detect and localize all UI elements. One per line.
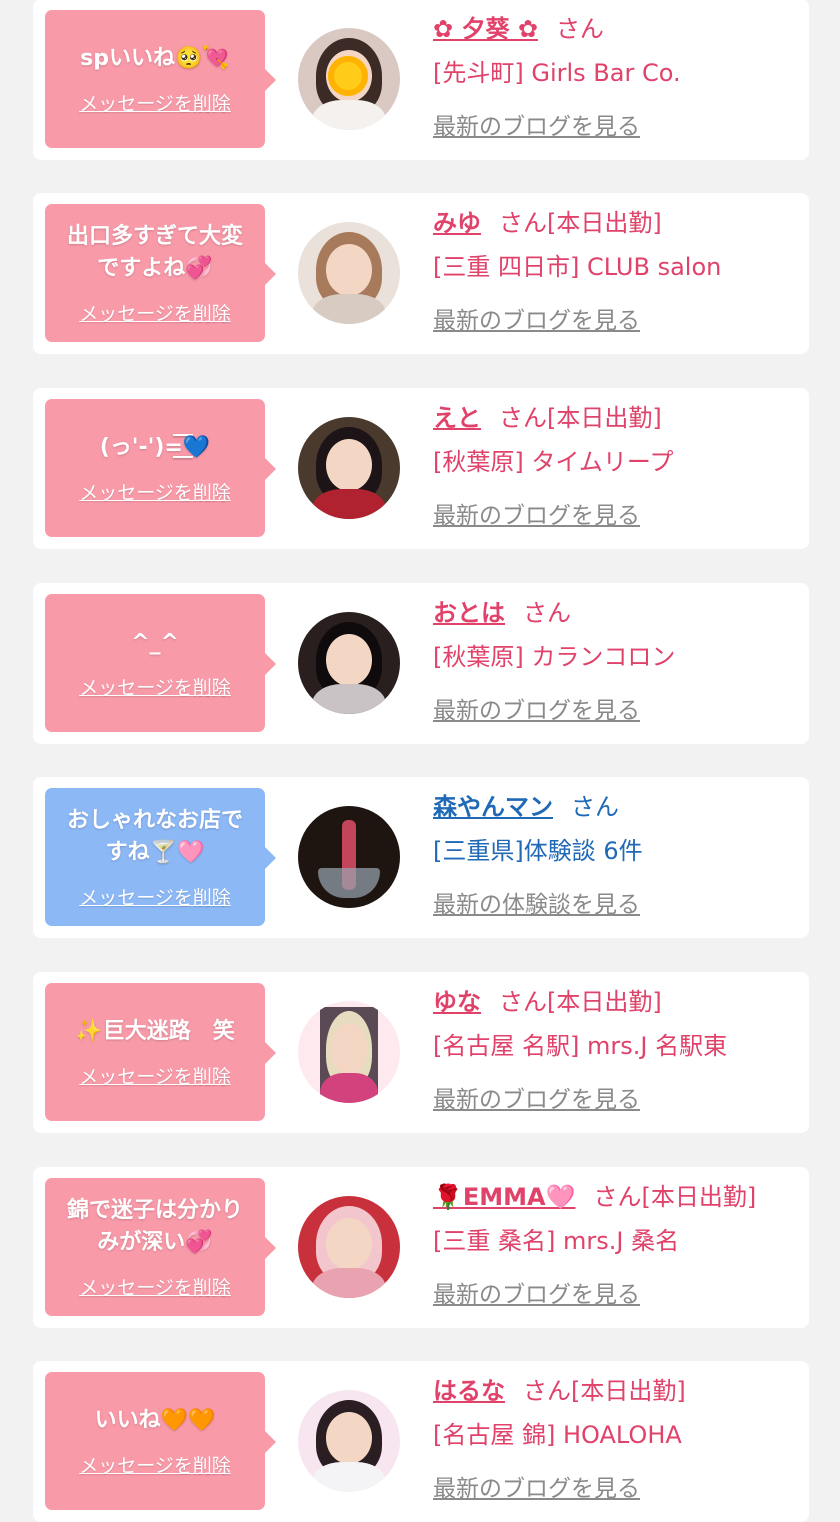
user-name-link[interactable]: はるな [433,1377,505,1405]
message-bubble: (っ'-')=͟͟͞͞💙 メッセージを削除 [45,399,276,537]
user-name-link[interactable]: 🌹EMMA🩷 [433,1183,576,1211]
message-card: 錦で迷子は分かりみが深い💞 メッセージを削除 🌹EMMA🩷 さん[本日出勤] [三… [33,1167,809,1328]
user-info: みゆ さん[本日出勤] [三重 四日市] CLUB salon 最新のブログを見る [433,207,799,337]
user-name-link[interactable]: ✿ 夕葵 ✿ [433,15,538,43]
user-info: 🌹EMMA🩷 さん[本日出勤] [三重 桑名] mrs.J 桑名 最新のブログを見… [433,1181,799,1311]
sunflower-sticker-icon [328,56,368,96]
delete-message-link[interactable]: メッセージを削除 [79,1451,231,1478]
latest-blog-link[interactable]: 最新のブログを見る [433,1473,799,1505]
user-info: はるな さん[本日出勤] [名古屋 錦] HOALOHA 最新のブログを見る [433,1375,799,1505]
shop-name: [先斗町] Girls Bar Co. [433,59,681,87]
message-card: spいいね🥺💘 メッセージを削除 ✿ 夕葵 ✿ さん [先斗町] Girls Ba… [33,0,809,160]
message-bubble: ✨巨大迷路 笑 メッセージを削除 [45,983,276,1121]
status-text: [本日出勤] [547,209,662,237]
message-text: 錦で迷子は分かりみが深い💞 [66,1197,243,1255]
avatar[interactable] [298,417,400,519]
message-card: おしゃれなお店ですね🍸🩷 メッセージを削除 森やんマン さん [三重県]体験談 6… [33,777,809,938]
message-card: 出口多すぎて大変ですよね💞 メッセージを削除 みゆ さん[本日出勤] [三重 四日… [33,193,809,354]
delete-message-link[interactable]: メッセージを削除 [79,673,231,700]
latest-blog-link[interactable]: 最新のブログを見る [433,1279,799,1311]
message-bubble: いいね🧡🧡 メッセージを削除 [45,1372,276,1510]
delete-message-link[interactable]: メッセージを削除 [79,1273,231,1300]
message-bubble: 出口多すぎて大変ですよね💞 メッセージを削除 [45,204,276,342]
review-count: [三重県]体験談 6件 [433,837,643,865]
shop-name: [三重 四日市] CLUB salon [433,253,722,281]
message-card: (っ'-')=͟͟͞͞💙 メッセージを削除 えと さん[本日出勤] [秋葉原] タ… [33,388,809,549]
message-bubble: spいいね🥺💘 メッセージを削除 [45,10,276,148]
honorific: さん [571,793,619,821]
message-text: おしゃれなお店ですね🍸🩷 [66,807,243,865]
delete-message-link[interactable]: メッセージを削除 [79,299,231,326]
message-text: 出口多すぎて大変ですよね💞 [66,223,243,281]
message-text: いいね🧡🧡 [94,1407,216,1433]
user-name-link[interactable]: 森やんマン [433,793,553,821]
avatar[interactable] [298,28,400,130]
latest-review-link[interactable]: 最新の体験談を見る [433,889,799,921]
avatar[interactable] [298,222,400,324]
message-text: spいいね🥺💘 [80,45,230,71]
user-name-link[interactable]: みゆ [433,209,481,237]
honorific: さん [499,404,547,432]
honorific: さん [523,599,571,627]
avatar[interactable] [298,1390,400,1492]
delete-message-link[interactable]: メッセージを削除 [79,89,231,116]
user-info: ✿ 夕葵 ✿ さん [先斗町] Girls Bar Co. 最新のブログを見る [433,13,799,143]
shop-name: [名古屋 名駅] mrs.J 名駅東 [433,1032,728,1060]
honorific: さん [499,988,547,1016]
latest-blog-link[interactable]: 最新のブログを見る [433,1084,799,1116]
message-text: (っ'-')=͟͟͞͞💙 [99,434,211,460]
message-bubble: ^_^ メッセージを削除 [45,594,276,732]
user-info: ゆな さん[本日出勤] [名古屋 名駅] mrs.J 名駅東 最新のブログを見る [433,986,799,1116]
honorific: さん [499,209,547,237]
latest-blog-link[interactable]: 最新のブログを見る [433,111,799,143]
delete-message-link[interactable]: メッセージを削除 [79,883,231,910]
avatar[interactable] [298,1196,400,1298]
shop-name: [名古屋 錦] HOALOHA [433,1421,682,1449]
status-text: [本日出勤] [547,988,662,1016]
latest-blog-link[interactable]: 最新のブログを見る [433,500,799,532]
honorific: さん [555,15,604,43]
user-name-link[interactable]: えと [433,404,481,432]
user-name-link[interactable]: おとは [433,599,505,627]
message-card: いいね🧡🧡 メッセージを削除 はるな さん[本日出勤] [名古屋 錦] HOALO… [33,1361,809,1522]
avatar[interactable] [298,1001,400,1103]
avatar[interactable] [298,806,400,908]
honorific: さん [593,1183,642,1211]
shop-name: [秋葉原] カランコロン [433,643,676,671]
delete-message-link[interactable]: メッセージを削除 [79,478,231,505]
status-text: [本日出勤] [547,404,662,432]
shop-name: [三重 桑名] mrs.J 桑名 [433,1227,680,1255]
latest-blog-link[interactable]: 最新のブログを見る [433,695,799,727]
message-list: spいいね🥺💘 メッセージを削除 ✿ 夕葵 ✿ さん [先斗町] Girls Ba… [0,0,840,1522]
message-bubble: 錦で迷子は分かりみが深い💞 メッセージを削除 [45,1178,276,1316]
user-info: えと さん[本日出勤] [秋葉原] タイムリープ 最新のブログを見る [433,402,799,532]
message-text: ✨巨大迷路 笑 [75,1018,235,1044]
status-text: [本日出勤] [641,1183,757,1211]
status-text: [本日出勤] [571,1377,686,1405]
latest-blog-link[interactable]: 最新のブログを見る [433,305,799,337]
avatar[interactable] [298,612,400,714]
message-text: ^_^ [131,629,179,655]
message-card: ^_^ メッセージを削除 おとは さん [秋葉原] カランコロン 最新のブログを見… [33,583,809,744]
user-info: おとは さん [秋葉原] カランコロン 最新のブログを見る [433,597,799,727]
honorific: さん [523,1377,571,1405]
message-bubble: おしゃれなお店ですね🍸🩷 メッセージを削除 [45,788,276,926]
message-card: ✨巨大迷路 笑 メッセージを削除 ゆな さん[本日出勤] [名古屋 名駅] mrs… [33,972,809,1133]
user-info: 森やんマン さん [三重県]体験談 6件 最新の体験談を見る [433,791,799,921]
delete-message-link[interactable]: メッセージを削除 [79,1062,231,1089]
shop-name: [秋葉原] タイムリープ [433,448,674,476]
user-name-link[interactable]: ゆな [433,988,481,1016]
